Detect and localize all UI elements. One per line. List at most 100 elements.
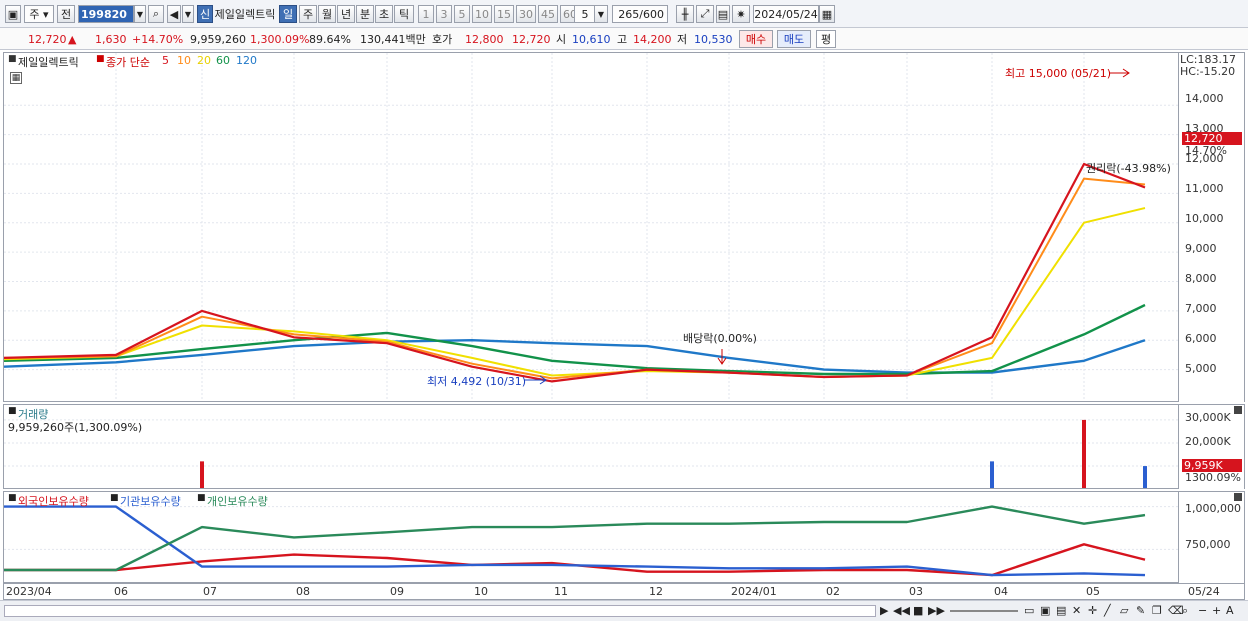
zoom-search-icon[interactable]: ⌕ [1182,604,1188,618]
y-tick-14000: 14,000 [1185,92,1224,105]
scroll-right-icon[interactable]: ▶ [880,604,888,617]
change-percent: +14.70% [132,32,184,46]
period-second[interactable]: 초 [375,5,393,23]
y-tick-6000: 6,000 [1185,332,1217,345]
x-tick-2024-01: 2024/01 [731,585,777,598]
grid-table-icon[interactable]: ▦ [10,72,22,84]
crosshair-icon[interactable]: ✛ [1088,604,1097,617]
price-chart-panel[interactable]: ■ 제일일렉트릭 ■ 종가 단순 5 10 20 60 120 ▦ 최고 15,… [3,52,1179,402]
toolbar: ▣ 주 ▾ 전 199820 ▼ ⌕ ◀ ▼ 신 제일일렉트릭 일 주 월 년 … [0,0,1248,28]
search-icon[interactable]: ⌕ [148,5,164,23]
interval-1[interactable]: 1 [418,5,434,23]
count-dropdown-icon[interactable]: ▼ [594,5,608,23]
gear-icon[interactable]: ✷ [732,5,750,23]
stock-code-input[interactable]: 199820 [78,5,134,23]
holdings-close-icon[interactable] [1234,493,1242,501]
ma-10-label: 10 [177,54,191,67]
volume-panel[interactable]: ■ 거래량 9,959,260주(1,300.09%) [3,404,1179,489]
interval-3[interactable]: 3 [436,5,452,23]
open-price: 10,610 [572,32,611,46]
eval-button[interactable]: 평 [816,30,836,48]
speaker-icon[interactable]: ◀ [167,5,181,23]
cross-icon[interactable]: ✕ [1072,604,1081,617]
retail-marker-icon: ■ [197,493,206,503]
pencil-icon[interactable]: ✎ [1136,604,1145,617]
font-size-icon[interactable]: A [1226,604,1234,617]
trade-amount: 130,441백만 [360,33,426,46]
holdings-panel[interactable]: ■ 외국인보유수량 ■ 기관보유수량 ■ 개인보유수량 [3,491,1179,583]
market-select[interactable]: 주 ▾ [24,5,54,23]
x-tick-2023-04: 2023/04 [6,585,52,598]
high-price: 14,200 [633,32,672,46]
hoga-bid: 12,720 [512,32,551,46]
period-year[interactable]: 년 [337,5,355,23]
x-axis: 2023/04 06 07 08 09 10 11 12 2024/01 02 … [3,583,1245,600]
vol-current-pct: 1300.09% [1185,471,1241,484]
low-annotation: 최저 4,492 (10/31) [427,375,527,388]
hc-label: HC:-15.20 [1180,65,1236,78]
date-input[interactable]: 2024/05/24 [753,5,819,23]
layout-icon-2[interactable]: ▣ [1040,604,1050,617]
y-tick-10000: 10,000 [1185,212,1224,225]
fast-forward-icon[interactable]: ▶▶ [928,604,945,617]
draw-line-icon[interactable]: ╱ [1104,604,1111,617]
high-arrow-icon [1110,68,1130,78]
stop-icon[interactable]: ■ [913,604,923,617]
volume-y-axis: 30,000K 20,000K 9,959K 1300.09% [1179,404,1245,489]
volume-close-icon[interactable] [1234,406,1242,414]
up-arrow-icon: ▲ [68,32,77,46]
interval-10[interactable]: 10 [472,5,492,23]
candle-icon[interactable]: ╫ [676,5,694,23]
scroll-track[interactable] [4,605,876,617]
inst-holding-label: 기관보유수량 [120,495,181,508]
new-badge: 신 [197,5,213,23]
buy-button[interactable]: 매수 [739,30,773,48]
interval-15[interactable]: 15 [494,5,514,23]
zoom-out-icon[interactable]: − [1198,604,1207,617]
panel-marker-icon: ■ [8,54,17,64]
current-pct-tag: 14.70% [1185,144,1227,157]
count-input[interactable]: 5 [574,5,596,23]
y-tick-5000: 5,000 [1185,362,1217,375]
low-label: 저 [677,33,688,46]
ma-60-label: 60 [216,54,230,67]
holdings-y-axis: 1,000,000 750,000 [1179,491,1245,583]
layout-icon[interactable]: ▣ [5,5,21,23]
period-minute[interactable]: 분 [356,5,374,23]
calendar-icon[interactable]: ▦ [819,5,835,23]
speaker-dropdown-icon[interactable]: ▼ [182,5,194,23]
save-icon[interactable]: ▤ [716,5,730,23]
period-day[interactable]: 일 [279,5,297,23]
rewind-icon[interactable]: ◀◀ [893,604,910,617]
range-input[interactable]: 265/600 [612,5,668,23]
price-chart [4,53,1178,401]
zoom-in-icon[interactable]: + [1212,604,1221,617]
current-price: 12,720 [28,32,67,46]
y-tick-7000: 7,000 [1185,302,1217,315]
prev-button[interactable]: 전 [57,5,75,23]
turnover: 89.64% [309,32,351,46]
period-month[interactable]: 월 [318,5,336,23]
period-tick[interactable]: 틱 [394,5,414,23]
period-week[interactable]: 주 [299,5,317,23]
interval-5[interactable]: 5 [454,5,470,23]
volume-bar [1143,466,1147,488]
copy-icon[interactable]: ❐ [1152,604,1162,617]
ma-line-10 [4,177,1146,380]
draw-shape-icon[interactable]: ▱ [1120,604,1128,617]
zoom-slider[interactable] [950,610,1018,612]
layout-icon-3[interactable]: ▤ [1056,604,1066,617]
volume-info: 9,959,260주(1,300.09%) [8,421,143,434]
sell-button[interactable]: 매도 [777,30,811,48]
layout-icon-1[interactable]: ▭ [1024,604,1034,617]
x-tick-06: 06 [114,585,128,598]
trend-icon[interactable]: ⤢ [696,5,714,23]
code-dropdown-icon[interactable]: ▼ [134,5,146,23]
interval-30[interactable]: 30 [516,5,536,23]
interval-45[interactable]: 45 [538,5,558,23]
hoga-ask: 12,800 [465,32,504,46]
x-tick-03: 03 [909,585,923,598]
market-label: 주 [29,8,40,21]
open-label: 시 [556,33,567,46]
hold-tick-750000: 750,000 [1185,538,1231,551]
